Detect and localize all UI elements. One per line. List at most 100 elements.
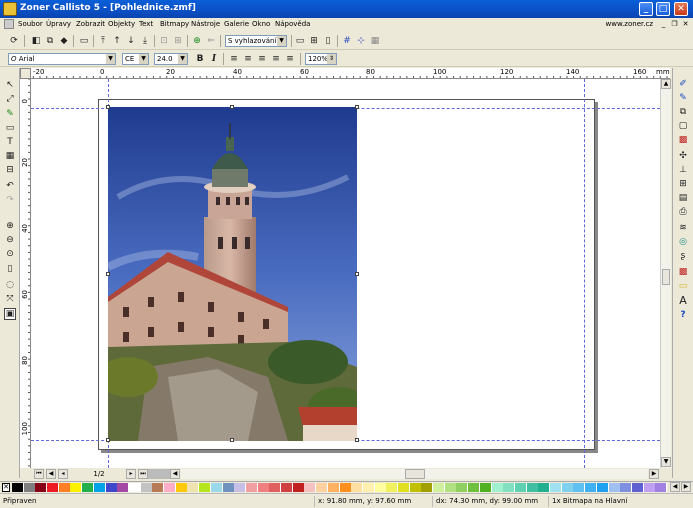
- align-full-icon[interactable]: ≡: [284, 53, 296, 65]
- color-swatch[interactable]: [210, 483, 223, 492]
- color-swatch[interactable]: [82, 483, 95, 492]
- last-page-icon[interactable]: ⏭: [138, 469, 148, 479]
- color-palette-icon[interactable]: ▩: [677, 134, 689, 146]
- chevron-down-icon[interactable]: ▼: [106, 54, 115, 64]
- align-right-icon[interactable]: ≡: [256, 53, 268, 65]
- first-page-icon[interactable]: ⏮: [34, 469, 44, 479]
- selection-handle[interactable]: [106, 272, 110, 276]
- color-swatch[interactable]: [257, 483, 270, 492]
- scroll-thumb[interactable]: [662, 269, 670, 285]
- color-swatch[interactable]: [397, 483, 410, 492]
- color-swatch[interactable]: [620, 483, 633, 492]
- color-swatch[interactable]: [199, 483, 212, 492]
- guide-line[interactable]: [584, 79, 585, 468]
- color-swatch[interactable]: [561, 483, 574, 492]
- chevron-down-icon[interactable]: ▼: [178, 54, 187, 64]
- color-swatch[interactable]: [444, 483, 457, 492]
- palette-scroll-left-icon[interactable]: ◀: [670, 482, 680, 492]
- color-swatch[interactable]: [58, 483, 71, 492]
- bring-to-front-icon[interactable]: ⤒: [97, 35, 109, 47]
- prev-page-icon[interactable]: ◀: [46, 469, 56, 479]
- color-swatch[interactable]: [234, 483, 247, 492]
- page-icon[interactable]: ▭: [78, 35, 90, 47]
- color-swatch[interactable]: [362, 483, 375, 492]
- node-edit-icon[interactable]: ⤢: [4, 93, 16, 105]
- swatches-icon[interactable]: ▩: [677, 266, 689, 278]
- color-swatch[interactable]: [479, 483, 492, 492]
- zoom-in-icon[interactable]: ⊕: [4, 220, 16, 232]
- selection-handle[interactable]: [355, 272, 359, 276]
- menu-bitmapy[interactable]: Bitmapy: [160, 20, 189, 28]
- help-icon[interactable]: ?: [677, 309, 689, 321]
- color-swatch[interactable]: [491, 483, 504, 492]
- symbols-icon[interactable]: ʂ: [677, 250, 689, 262]
- bold-button[interactable]: B: [194, 53, 206, 65]
- menu-soubor[interactable]: Soubor: [18, 20, 43, 28]
- castle-photo[interactable]: [108, 107, 357, 441]
- color-swatch[interactable]: [269, 483, 282, 492]
- h-scroll-thumb[interactable]: [405, 469, 425, 479]
- import-icon[interactable]: ⊟: [4, 164, 16, 176]
- document-view-icon[interactable]: ▯: [322, 35, 334, 47]
- ruler-corner[interactable]: [20, 68, 31, 79]
- prev-icon[interactable]: ◂: [58, 469, 68, 479]
- add-node-icon[interactable]: ⊕: [191, 35, 203, 47]
- break-icon[interactable]: ⊞: [172, 35, 184, 47]
- redo-icon[interactable]: ↷: [4, 194, 16, 206]
- film-icon[interactable]: ▤: [677, 192, 689, 204]
- selection-handle[interactable]: [355, 105, 359, 109]
- color-swatch[interactable]: [386, 483, 399, 492]
- color-swatch[interactable]: [140, 483, 153, 492]
- mdi-restore-button[interactable]: ❐: [670, 20, 679, 28]
- guides-icon[interactable]: ⊹: [355, 35, 367, 47]
- menu-upravy[interactable]: Úpravy: [46, 20, 71, 28]
- scroll-down-icon[interactable]: ▼: [661, 457, 671, 467]
- minimize-button[interactable]: _: [639, 2, 653, 16]
- close-button[interactable]: ✕: [674, 2, 688, 16]
- layers-icon[interactable]: ≋: [677, 222, 689, 234]
- eyedropper-icon[interactable]: ✐: [677, 78, 689, 90]
- pointer-icon[interactable]: ↖: [4, 79, 16, 91]
- compass-icon[interactable]: ✣: [677, 150, 689, 162]
- menu-nastroje[interactable]: Nástroje: [191, 20, 220, 28]
- charset-select[interactable]: CE ▼: [122, 53, 149, 65]
- scroll-right-icon[interactable]: ▶: [649, 469, 659, 479]
- color-swatch[interactable]: [514, 483, 527, 492]
- color-swatch[interactable]: [468, 483, 481, 492]
- nav-divider[interactable]: [148, 469, 170, 479]
- menu-zobrazit[interactable]: Zobrazit: [76, 20, 105, 28]
- selection-handle[interactable]: [230, 105, 234, 109]
- color-swatch[interactable]: [456, 483, 469, 492]
- color-swatch[interactable]: [655, 483, 668, 492]
- transform-icon[interactable]: ⤧: [4, 293, 16, 305]
- zoner-url[interactable]: www.zoner.cz: [606, 20, 653, 28]
- menu-galerie[interactable]: Galerie: [224, 20, 249, 28]
- table-icon[interactable]: ▦: [4, 150, 16, 162]
- align-icon[interactable]: ⊥: [677, 164, 689, 176]
- scroll-up-icon[interactable]: ▲: [661, 79, 671, 89]
- scroll-left-icon[interactable]: ◀: [170, 469, 180, 479]
- selection-handle[interactable]: [230, 438, 234, 442]
- printer-icon[interactable]: ⎙: [677, 206, 689, 218]
- menu-text[interactable]: Text: [139, 20, 153, 28]
- color-swatch[interactable]: [503, 483, 516, 492]
- page-view-icon[interactable]: ▯: [4, 263, 16, 275]
- color-swatch[interactable]: [316, 483, 329, 492]
- color-swatch[interactable]: [35, 483, 48, 492]
- menu-objekty[interactable]: Objekty: [108, 20, 135, 28]
- globe-icon[interactable]: ◎: [677, 236, 689, 248]
- color-swatch[interactable]: [23, 483, 36, 492]
- drawing-canvas[interactable]: [31, 79, 660, 468]
- mdi-minimize-button[interactable]: _: [659, 20, 668, 28]
- font-icon[interactable]: A: [677, 294, 689, 307]
- selection-handle[interactable]: [355, 438, 359, 442]
- smoothing-select[interactable]: S vyhlazováním ▼: [225, 35, 287, 47]
- color-swatch[interactable]: [128, 483, 141, 492]
- undo-icon[interactable]: ↶: [4, 180, 16, 192]
- zoom-spinner[interactable]: 120% ⇕: [305, 53, 337, 65]
- color-swatch[interactable]: [526, 483, 539, 492]
- color-swatch[interactable]: [47, 483, 60, 492]
- brush-icon[interactable]: ✎: [677, 92, 689, 104]
- zoom-fit-icon[interactable]: ⊙: [4, 248, 16, 260]
- text-tool-icon[interactable]: T: [4, 136, 16, 148]
